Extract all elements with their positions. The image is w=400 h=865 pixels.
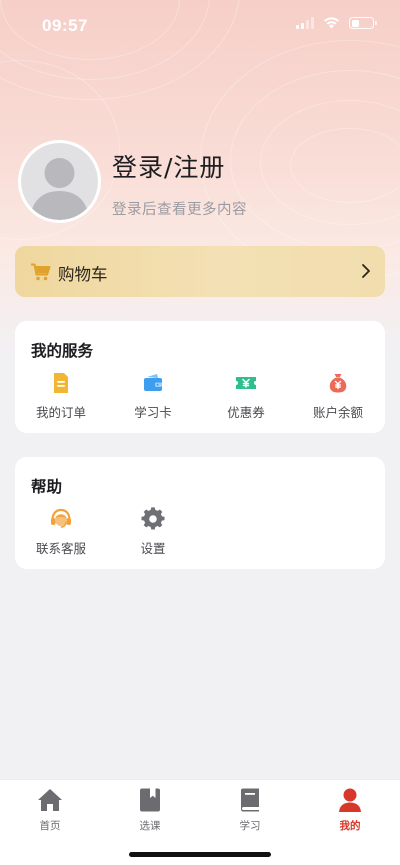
status-bar: 09:57 <box>0 0 400 52</box>
service-study-card[interactable]: 学习卡 <box>107 369 199 425</box>
service-label: 优惠券 <box>227 405 265 420</box>
status-icons <box>296 17 377 29</box>
help-label: 联系客服 <box>35 541 86 556</box>
profile-section[interactable]: 登录/注册 登录后查看更多内容 <box>18 140 388 224</box>
tab-study[interactable]: 学习 <box>200 787 300 833</box>
help-contact-support[interactable]: 联系客服 <box>15 505 107 561</box>
tab-label: 学习 <box>239 820 261 832</box>
tab-mine[interactable]: 我的 <box>300 787 400 833</box>
home-icon <box>38 789 62 811</box>
home-indicator[interactable] <box>129 852 271 857</box>
status-time: 09:57 <box>42 16 88 35</box>
cart-label: 购物车 <box>58 265 108 284</box>
help-card: 帮助 联系客服 设置 <box>15 457 385 569</box>
my-services-card: 我的服务 我的订单 学习卡 优惠券 账户余额 <box>15 321 385 433</box>
settings-gear-icon <box>141 507 165 530</box>
section-title-help: 帮助 <box>31 478 63 496</box>
service-account-balance[interactable]: 账户余额 <box>292 369 384 425</box>
shopping-cart-icon <box>31 263 51 281</box>
study-book-icon <box>241 788 259 812</box>
service-label: 我的订单 <box>35 405 86 420</box>
default-avatar-icon[interactable] <box>18 140 101 223</box>
battery-level <box>351 19 359 27</box>
help-label: 设置 <box>140 541 166 556</box>
section-title-services: 我的服务 <box>31 342 94 360</box>
battery-icon <box>349 17 377 29</box>
cellular-signal-icon <box>296 17 314 29</box>
tab-courses[interactable]: 选课 <box>100 787 200 833</box>
tab-label: 首页 <box>39 820 61 832</box>
help-grid: 联系客服 设置 <box>15 505 385 561</box>
course-bookmark-icon <box>140 788 160 812</box>
service-my-orders[interactable]: 我的订单 <box>15 369 107 425</box>
login-register-link[interactable]: 登录/注册 <box>112 148 225 184</box>
login-hint-text: 登录后查看更多内容 <box>112 202 247 218</box>
wallet-card-icon <box>144 374 162 391</box>
chevron-right-icon <box>362 264 370 278</box>
tab-label: 选课 <box>139 820 161 832</box>
money-bag-icon <box>329 374 347 393</box>
service-coupons[interactable]: 优惠券 <box>200 369 292 425</box>
coupon-ticket-icon <box>236 377 256 389</box>
tab-home[interactable]: 首页 <box>0 787 100 833</box>
customer-service-icon <box>51 508 71 528</box>
service-label: 学习卡 <box>134 405 172 420</box>
service-label: 账户余额 <box>312 405 363 420</box>
user-profile-icon <box>339 788 361 812</box>
order-document-icon <box>54 373 68 393</box>
wifi-icon <box>324 17 339 29</box>
tab-label: 我的 <box>339 820 361 832</box>
shopping-cart-button[interactable]: 购物车 <box>15 246 385 297</box>
help-settings[interactable]: 设置 <box>107 505 199 561</box>
services-grid: 我的订单 学习卡 优惠券 账户余额 <box>15 369 385 425</box>
